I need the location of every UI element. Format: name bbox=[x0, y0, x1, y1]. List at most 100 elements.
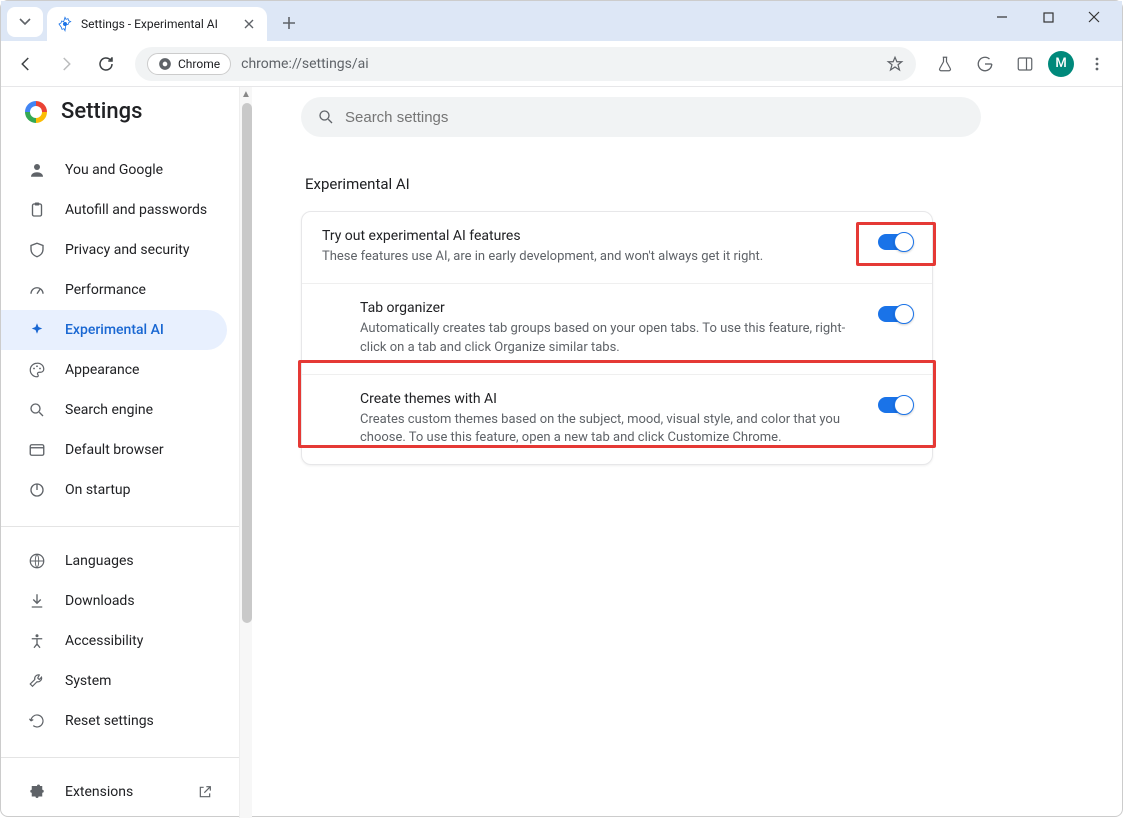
google-icon bbox=[976, 55, 994, 73]
tab-search-button[interactable] bbox=[7, 7, 43, 37]
scrollbar-thumb[interactable] bbox=[242, 103, 252, 623]
divider bbox=[1, 757, 239, 758]
external-link-icon bbox=[197, 784, 213, 800]
sidebar-item-experimental-ai[interactable]: Experimental AI bbox=[1, 310, 227, 350]
profile-avatar[interactable]: M bbox=[1048, 51, 1074, 77]
site-chip-label: Chrome bbox=[178, 57, 220, 71]
sidebar-item-downloads[interactable]: Downloads bbox=[1, 581, 227, 621]
star-icon[interactable] bbox=[886, 55, 904, 73]
row-create-themes: Create themes with AI Creates custom the… bbox=[302, 374, 932, 465]
sidebar-item-reset[interactable]: Reset settings bbox=[1, 701, 227, 741]
app-header: Settings bbox=[1, 87, 239, 136]
experimental-ai-card: Try out experimental AI features These f… bbox=[301, 211, 933, 465]
chrome-logo-icon bbox=[25, 101, 47, 123]
divider bbox=[1, 526, 239, 527]
panel-icon bbox=[1016, 55, 1034, 73]
row-title: Try out experimental AI features bbox=[322, 228, 860, 244]
arrow-left-icon bbox=[17, 55, 35, 73]
sidebar-item-label: Search engine bbox=[65, 402, 153, 418]
side-panel-button[interactable] bbox=[1008, 47, 1042, 81]
wrench-icon bbox=[27, 671, 47, 691]
browser-titlebar: Settings - Experimental AI bbox=[1, 1, 1122, 41]
sparkle-icon bbox=[27, 320, 47, 340]
sidebar-item-label: Experimental AI bbox=[65, 322, 164, 338]
sidebar-item-extensions[interactable]: Extensions bbox=[1, 772, 227, 812]
sidebar-item-label: System bbox=[65, 673, 111, 689]
sidebar-item-label: On startup bbox=[65, 482, 131, 498]
sidebar-item-on-startup[interactable]: On startup bbox=[1, 470, 227, 510]
scroll-up-icon: ▲ bbox=[240, 87, 252, 101]
sidebar-item-label: Autofill and passwords bbox=[65, 202, 207, 218]
window-controls bbox=[980, 1, 1116, 33]
sidebar-item-label: Privacy and security bbox=[65, 242, 189, 258]
speedometer-icon bbox=[27, 280, 47, 300]
address-bar[interactable]: Chrome chrome://settings/ai bbox=[135, 47, 916, 81]
accessibility-icon bbox=[27, 631, 47, 651]
back-button[interactable] bbox=[9, 47, 43, 81]
sidebar-item-performance[interactable]: Performance bbox=[1, 270, 227, 310]
sidebar-item-appearance[interactable]: Appearance bbox=[1, 350, 227, 390]
chevron-down-icon bbox=[19, 16, 31, 28]
search-input[interactable] bbox=[345, 109, 965, 126]
reload-icon bbox=[97, 55, 115, 73]
search-settings[interactable] bbox=[301, 97, 981, 137]
sidebar-item-search-engine[interactable]: Search engine bbox=[1, 390, 227, 430]
close-icon bbox=[1088, 11, 1100, 23]
toggle-experimental-ai[interactable] bbox=[878, 234, 912, 250]
row-tab-organizer: Tab organizer Automatically creates tab … bbox=[302, 283, 932, 374]
settings-app: Settings You and Google Autofill and pas… bbox=[1, 87, 1122, 818]
power-icon bbox=[27, 480, 47, 500]
sidebar-item-system[interactable]: System bbox=[1, 661, 227, 701]
globe-icon bbox=[27, 551, 47, 571]
person-icon bbox=[27, 160, 47, 180]
sidebar-item-about[interactable]: About Chrome bbox=[1, 812, 227, 818]
sidebar-scrollbar[interactable]: ▲ bbox=[239, 87, 252, 818]
menu-button[interactable] bbox=[1080, 47, 1114, 81]
new-tab-button[interactable] bbox=[275, 9, 303, 37]
sidebar: You and Google Autofill and passwords Pr… bbox=[1, 136, 239, 818]
plus-icon bbox=[282, 16, 296, 30]
minimize-button[interactable] bbox=[980, 1, 1024, 33]
maximize-icon bbox=[1043, 12, 1054, 23]
close-window-button[interactable] bbox=[1072, 1, 1116, 33]
reload-button[interactable] bbox=[89, 47, 123, 81]
sidebar-item-you-and-google[interactable]: You and Google bbox=[1, 150, 227, 190]
browser-icon bbox=[27, 440, 47, 460]
tab-close-button[interactable] bbox=[241, 16, 257, 32]
sidebar-item-label: Accessibility bbox=[65, 633, 143, 649]
sidebar-item-privacy[interactable]: Privacy and security bbox=[1, 230, 227, 270]
row-desc: Automatically creates tab groups based o… bbox=[360, 320, 860, 358]
toggle-tab-organizer[interactable] bbox=[878, 306, 912, 322]
download-icon bbox=[27, 591, 47, 611]
labs-button[interactable] bbox=[928, 47, 962, 81]
close-icon bbox=[244, 19, 254, 29]
sidebar-item-label: Performance bbox=[65, 282, 146, 298]
row-title: Create themes with AI bbox=[360, 391, 860, 407]
sidebar-item-label: You and Google bbox=[65, 162, 163, 178]
main-content: Experimental AI Try out experimental AI … bbox=[253, 87, 1122, 818]
sidebar-item-label: Appearance bbox=[65, 362, 139, 378]
clipboard-icon bbox=[27, 200, 47, 220]
site-chip[interactable]: Chrome bbox=[147, 53, 231, 75]
row-try-experimental: Try out experimental AI features These f… bbox=[302, 212, 932, 283]
more-vertical-icon bbox=[1089, 56, 1105, 72]
sidebar-item-accessibility[interactable]: Accessibility bbox=[1, 621, 227, 661]
sidebar-item-autofill[interactable]: Autofill and passwords bbox=[1, 190, 227, 230]
row-desc: These features use AI, are in early deve… bbox=[322, 248, 860, 267]
gear-icon bbox=[57, 16, 73, 32]
chrome-icon bbox=[158, 57, 172, 71]
maximize-button[interactable] bbox=[1026, 1, 1070, 33]
sidebar-item-label: Default browser bbox=[65, 442, 164, 458]
browser-tab[interactable]: Settings - Experimental AI bbox=[47, 7, 267, 41]
sidebar-item-label: Languages bbox=[65, 553, 134, 569]
sidebar-item-languages[interactable]: Languages bbox=[1, 541, 227, 581]
address-url: chrome://settings/ai bbox=[241, 56, 369, 72]
search-icon bbox=[27, 400, 47, 420]
sidebar-item-label: Extensions bbox=[65, 784, 133, 800]
flask-icon bbox=[936, 55, 954, 73]
google-button[interactable] bbox=[968, 47, 1002, 81]
minimize-icon bbox=[996, 11, 1008, 23]
sidebar-item-default-browser[interactable]: Default browser bbox=[1, 430, 227, 470]
forward-button[interactable] bbox=[49, 47, 83, 81]
toggle-create-themes[interactable] bbox=[878, 397, 912, 413]
